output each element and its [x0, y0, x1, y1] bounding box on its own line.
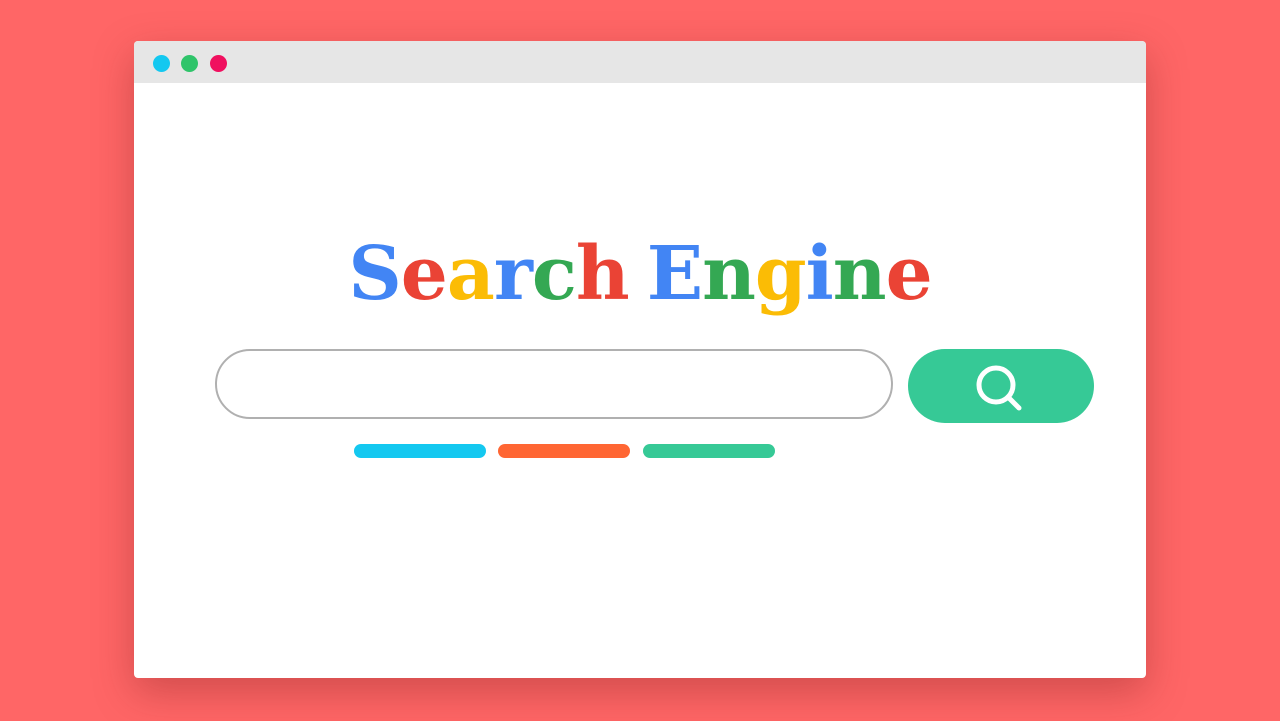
search-icon	[976, 365, 1022, 411]
logo-letter: n	[832, 231, 887, 317]
logo-letter: r	[493, 231, 533, 317]
logo-letter: i	[805, 231, 834, 317]
logo-letter: e	[400, 231, 448, 317]
window-titlebar	[134, 41, 1146, 83]
suggestion-bar[interactable]	[643, 444, 775, 458]
logo-letter: e	[885, 231, 933, 317]
logo-letter: S	[348, 231, 401, 317]
search-button[interactable]	[908, 349, 1094, 423]
logo-letter: h	[575, 231, 630, 317]
logo-letter: g	[754, 231, 807, 317]
search-input[interactable]	[215, 349, 893, 419]
search-engine-logo: Search Engine	[134, 229, 1146, 319]
suggestion-bar[interactable]	[498, 444, 630, 458]
logo-letter: c	[531, 231, 577, 317]
logo-letter: E	[646, 231, 703, 317]
browser-window: Search Engine	[134, 41, 1146, 678]
window-dot-pink-icon[interactable]	[210, 55, 227, 72]
logo-letter: a	[446, 231, 495, 317]
suggestion-bar[interactable]	[354, 444, 486, 458]
window-dot-cyan-icon[interactable]	[153, 55, 170, 72]
logo-letter: n	[702, 231, 756, 317]
window-dot-green-icon[interactable]	[181, 55, 198, 72]
